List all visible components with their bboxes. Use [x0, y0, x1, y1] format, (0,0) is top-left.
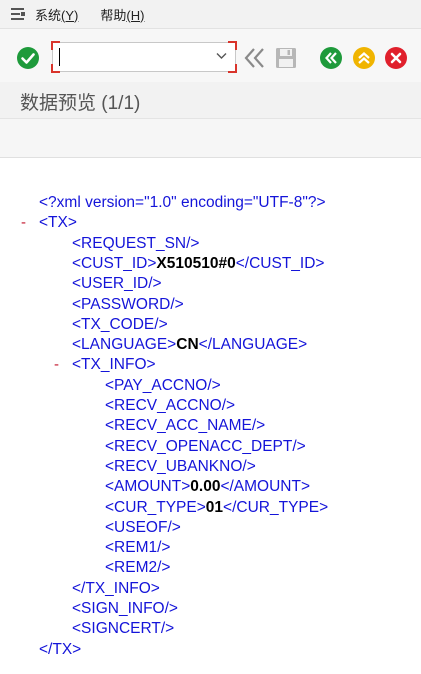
menu-icon[interactable]: [9, 5, 27, 23]
xml-line: <TX_CODE/>: [72, 315, 168, 333]
xml-line: <USER_ID/>: [72, 275, 162, 293]
xml-close-tag: </AMOUNT>: [220, 478, 311, 496]
xml-viewer: <?xml version="1.0" encoding="UTF-8"?> - <…: [0, 158, 421, 674]
xml-value: 01: [205, 498, 224, 516]
back-button[interactable]: [319, 46, 343, 70]
xml-line: <CUR_TYPE>01</CUR_TYPE>: [105, 498, 328, 518]
xml-open-tag: <LANGUAGE>: [72, 336, 177, 354]
up-button[interactable]: [352, 46, 376, 70]
xml-line: <CUST_ID>X510510#0</CUST_ID>: [72, 254, 324, 274]
menu-bar: 系统(Y) 帮助(H): [0, 0, 421, 29]
confirm-button[interactable]: [16, 46, 40, 70]
xml-line: <REM1/>: [105, 539, 171, 557]
title-bar: 数据预览 (1/1): [0, 82, 421, 119]
xml-close-tag: </CUST_ID>: [235, 254, 325, 272]
xml-line: <RECV_ACC_NAME/>: [105, 417, 266, 435]
application-toolbar: [0, 119, 421, 158]
xml-line: <PASSWORD/>: [72, 295, 184, 313]
save-icon: [276, 48, 296, 68]
history-button[interactable]: [243, 46, 267, 70]
toolbar: [0, 29, 421, 82]
xml-line: <PAY_ACCNO/>: [105, 376, 221, 394]
xml-line: </TX>: [39, 640, 82, 658]
xml-line: <SIGNCERT/>: [72, 620, 175, 638]
xml-line: <TX>: [39, 214, 77, 232]
text-caret: [59, 48, 60, 66]
xml-line: <TX_INFO>: [72, 356, 156, 374]
xml-open-tag: <CUST_ID>: [72, 254, 157, 272]
xml-line: <RECV_UBANKNO/>: [105, 457, 256, 475]
focus-corner: [228, 41, 237, 50]
check-icon: [17, 47, 39, 69]
xml-value: CN: [176, 336, 199, 354]
xml-line: <RECV_OPENACC_DEPT/>: [105, 437, 306, 455]
xml-line: <REQUEST_SN/>: [72, 234, 200, 252]
xml-line: <RECV_ACCNO/>: [105, 397, 236, 414]
command-input[interactable]: [61, 46, 215, 70]
xml-line: <REM2/>: [105, 559, 171, 577]
xml-open-tag: <CUR_TYPE>: [105, 498, 206, 516]
focus-corner: [228, 64, 237, 73]
page-title: 数据预览 (1/1): [20, 93, 141, 114]
xml-line: <LANGUAGE>CN</LANGUAGE>: [72, 335, 307, 355]
double-chevron-left-icon: [244, 48, 264, 68]
xml-close-tag: </LANGUAGE>: [198, 336, 308, 354]
up-icon: [353, 47, 375, 69]
xml-line: <SIGN_INFO/>: [72, 600, 178, 617]
cancel-icon: [385, 47, 407, 69]
xml-value: X510510#0: [156, 254, 236, 272]
chevron-down-icon[interactable]: [216, 52, 227, 60]
cancel-button[interactable]: [384, 46, 408, 70]
xml-close-tag: </CUR_TYPE>: [223, 498, 329, 516]
xml-collapse-toggle[interactable]: -: [54, 355, 59, 375]
back-icon: [320, 47, 342, 69]
xml-open-tag: <AMOUNT>: [105, 478, 191, 496]
xml-line: <AMOUNT>0.00</AMOUNT>: [105, 477, 310, 497]
menu-item-system[interactable]: 系统(Y): [35, 5, 78, 24]
save-button[interactable]: [274, 46, 298, 70]
xml-line: </TX_INFO>: [72, 579, 160, 597]
command-field[interactable]: [51, 41, 237, 73]
menu-item-help[interactable]: 帮助(H): [100, 5, 144, 24]
xml-line: <?xml version="1.0" encoding="UTF-8"?>: [39, 194, 326, 211]
xml-collapse-toggle[interactable]: -: [21, 213, 26, 233]
xml-line: <USEOF/>: [105, 518, 181, 536]
xml-value: 0.00: [190, 478, 221, 496]
